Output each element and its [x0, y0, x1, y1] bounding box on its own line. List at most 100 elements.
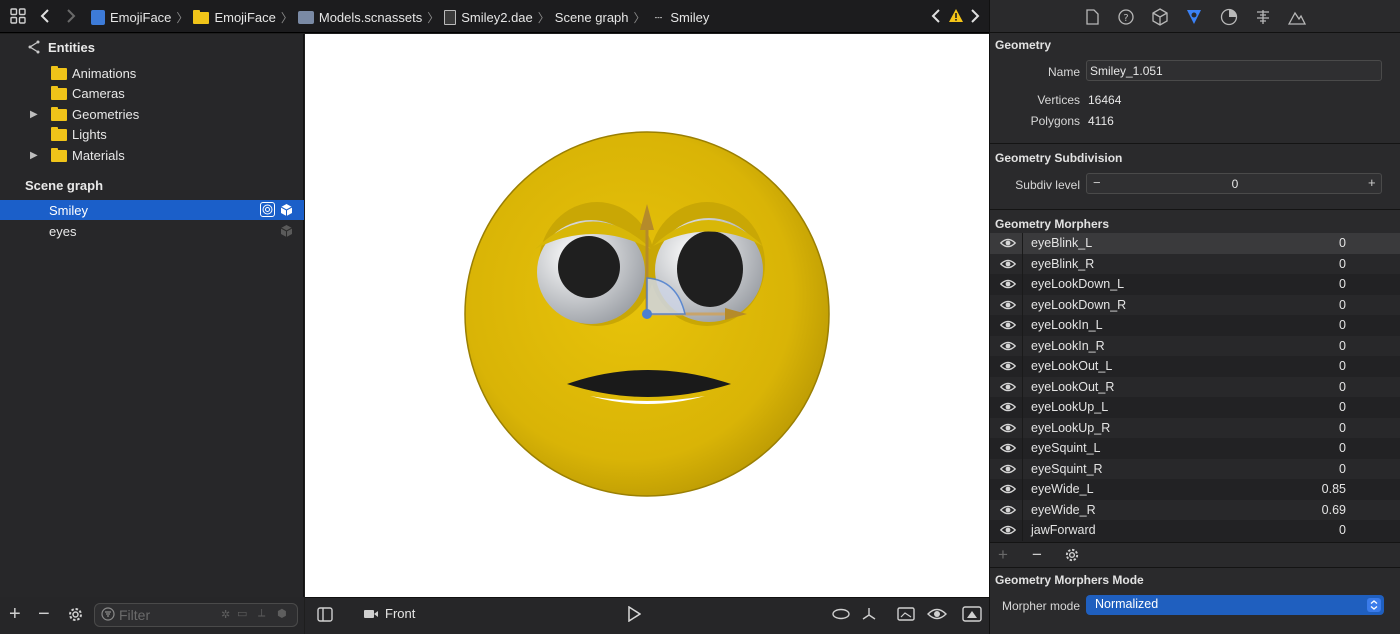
morpher-row[interactable]: eyeBlink_L 0	[990, 233, 1400, 254]
morpher-weight[interactable]: 0	[1290, 277, 1346, 291]
morpher-row[interactable]: eyeLookDown_R 0	[990, 294, 1400, 315]
morpher-row[interactable]: eyeLookOut_R 0	[990, 376, 1400, 397]
inspector-toggle-icon[interactable]	[962, 606, 982, 625]
morpher-weight[interactable]: 0	[1290, 359, 1346, 373]
morpher-row[interactable]: eyeSquint_R 0	[990, 458, 1400, 479]
file-inspector-icon[interactable]	[1086, 9, 1099, 28]
morpher-weight[interactable]: 0.69	[1290, 503, 1346, 517]
visibility-eye-icon[interactable]	[999, 299, 1017, 312]
visibility-eye-icon[interactable]	[999, 360, 1017, 373]
visibility-eye-icon[interactable]	[999, 258, 1017, 271]
morpher-row[interactable]: eyeBlink_R 0	[990, 253, 1400, 274]
attributes-inspector-icon[interactable]	[1185, 8, 1203, 29]
scene-node-eyes[interactable]: eyes	[0, 221, 304, 241]
scene-node-smiley[interactable]: Smiley	[0, 200, 304, 220]
visibility-eye-icon[interactable]	[999, 401, 1017, 414]
subdiv-level-stepper[interactable]: − 0 +	[1086, 173, 1382, 194]
morpher-row[interactable]: eyeSquint_L 0	[990, 438, 1400, 459]
orbit-icon[interactable]	[832, 608, 850, 623]
morpher-mode-select[interactable]: Normalized	[1086, 595, 1384, 615]
morpher-row[interactable]: eyeWide_R 0.69	[990, 499, 1400, 520]
help-inspector-icon[interactable]: ?	[1118, 9, 1134, 28]
filter-geometry-icon[interactable]: ⟂	[258, 607, 265, 620]
visibility-eye-icon[interactable]	[999, 340, 1017, 353]
disclosure-triangle-icon[interactable]: ▶	[30, 150, 38, 161]
column-divider	[1022, 315, 1023, 336]
play-icon[interactable]	[627, 605, 642, 625]
forward-chevron-icon[interactable]	[66, 8, 76, 24]
morpher-weight[interactable]: 0	[1290, 380, 1346, 394]
morpher-weight[interactable]: 0	[1290, 400, 1346, 414]
morpher-row[interactable]: eyeLookOut_L 0	[990, 356, 1400, 377]
morpher-name: eyeBlink_L	[1031, 236, 1093, 250]
increment-icon[interactable]: +	[1368, 175, 1376, 190]
morpher-weight[interactable]: 0	[1290, 298, 1346, 312]
frame-icon[interactable]	[897, 607, 915, 624]
visibility-eye-icon[interactable]	[999, 381, 1017, 394]
issue-back-chevron-icon[interactable]	[931, 8, 941, 24]
sidebar-toggle-icon[interactable]	[317, 607, 333, 625]
node-inspector-icon[interactable]	[1151, 8, 1169, 29]
visibility-eye-icon[interactable]	[927, 607, 947, 624]
breadcrumb-item-scene-graph[interactable]: Scene graph	[555, 10, 629, 25]
visibility-eye-icon[interactable]	[999, 422, 1017, 435]
entity-item-cameras[interactable]: Cameras	[0, 83, 304, 103]
add-icon[interactable]: +	[9, 603, 21, 626]
visibility-eye-icon[interactable]	[999, 483, 1017, 496]
visibility-eye-icon[interactable]	[999, 504, 1017, 517]
filter-camera-icon[interactable]: ▭	[237, 607, 247, 620]
morpher-weight[interactable]: 0	[1290, 318, 1346, 332]
morpher-row[interactable]: eyeLookUp_R 0	[990, 417, 1400, 438]
visibility-eye-icon[interactable]	[999, 463, 1017, 476]
visibility-eye-icon[interactable]	[999, 278, 1017, 291]
breadcrumb-item-node[interactable]: Smiley	[670, 10, 709, 25]
filter-light-icon[interactable]: ✲	[221, 608, 230, 621]
entity-item-animations[interactable]: Animations	[0, 63, 304, 83]
camera-selector[interactable]: Front	[385, 606, 415, 621]
grid-icon[interactable]	[10, 8, 26, 24]
warning-icon[interactable]	[948, 8, 964, 23]
breadcrumb-item-scnassets[interactable]: Models.scnassets	[297, 10, 422, 25]
add-morpher-icon[interactable]: +	[998, 545, 1008, 565]
breadcrumb-item-file[interactable]: Smiley2.dae	[444, 10, 533, 25]
morpher-weight[interactable]: 0.85	[1290, 482, 1346, 496]
physics-inspector-icon[interactable]	[1255, 9, 1271, 28]
scene-viewport[interactable]	[305, 34, 989, 597]
morpher-weight[interactable]: 0	[1290, 441, 1346, 455]
morpher-row[interactable]: eyeLookDown_L 0	[990, 274, 1400, 295]
axis-gizmo-icon[interactable]	[861, 606, 877, 625]
morpher-row[interactable]: eyeWide_L 0.85	[990, 479, 1400, 500]
disclosure-triangle-icon[interactable]: ▶	[30, 109, 38, 120]
visibility-eye-icon[interactable]	[999, 524, 1017, 537]
visibility-eye-icon[interactable]	[999, 237, 1017, 250]
morpher-row[interactable]: eyeLookIn_L 0	[990, 315, 1400, 336]
morpher-weight[interactable]: 0	[1290, 523, 1346, 537]
morpher-weight[interactable]: 0	[1290, 421, 1346, 435]
gear-icon[interactable]	[67, 606, 84, 626]
visibility-eye-icon[interactable]	[999, 442, 1017, 455]
filter-node-icon[interactable]: ⬢	[277, 607, 287, 620]
morpher-row[interactable]: eyeLookUp_L 0	[990, 397, 1400, 418]
scene-inspector-icon[interactable]	[1287, 9, 1307, 28]
smiley-model[interactable]	[305, 34, 989, 597]
breadcrumb-item-folder[interactable]: EmojiFace	[193, 9, 276, 25]
morpher-row[interactable]: eyeLookIn_R 0	[990, 335, 1400, 356]
material-inspector-icon[interactable]	[1220, 8, 1238, 29]
morpher-weight[interactable]: 0	[1290, 236, 1346, 250]
visibility-eye-icon[interactable]	[999, 319, 1017, 332]
entity-item-lights[interactable]: Lights	[0, 124, 304, 144]
morpher-weight[interactable]: 0	[1290, 257, 1346, 271]
entity-item-geometries[interactable]: ▶ Geometries	[0, 104, 304, 124]
entity-item-materials[interactable]: ▶ Materials	[0, 145, 304, 165]
breadcrumb-item-project[interactable]: EmojiFace	[91, 10, 171, 25]
editor-jump-bar: EmojiFace 〉 EmojiFace 〉 Models.scnassets…	[0, 0, 989, 33]
issue-forward-chevron-icon[interactable]	[970, 8, 980, 24]
remove-icon[interactable]: −	[38, 603, 50, 626]
morpher-weight[interactable]: 0	[1290, 462, 1346, 476]
morpher-weight[interactable]: 0	[1290, 339, 1346, 353]
back-chevron-icon[interactable]	[40, 8, 50, 24]
remove-morpher-icon[interactable]: −	[1032, 545, 1042, 565]
morpher-gear-icon[interactable]	[1064, 547, 1080, 566]
morpher-row[interactable]: jawForward 0	[990, 520, 1400, 541]
filter-field[interactable]: Filter ✲ ▭ ⟂ ⬢	[94, 603, 298, 627]
